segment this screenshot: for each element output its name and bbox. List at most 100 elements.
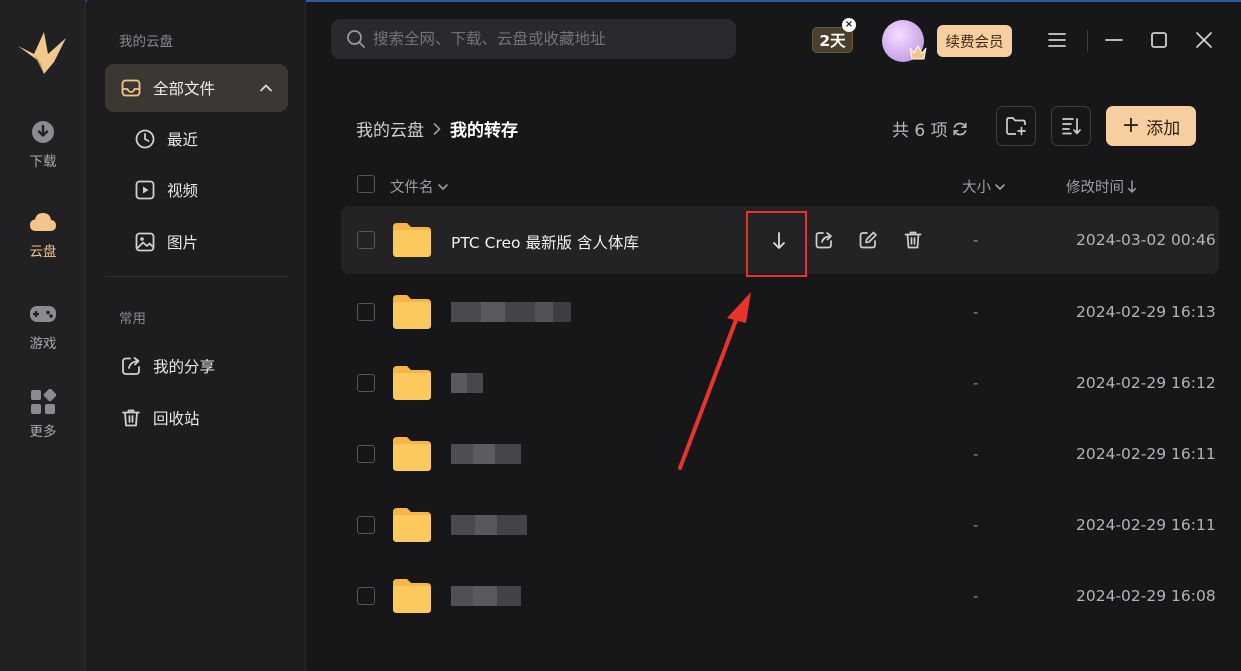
vip-crown-icon <box>909 44 927 60</box>
column-size-label: 大小 <box>962 180 991 196</box>
file-modified: 2024-02-29 16:11 <box>1076 445 1216 463</box>
file-size: - <box>973 516 979 534</box>
column-header-size[interactable]: 大小 <box>962 176 1006 197</box>
blurred-file-name <box>451 515 527 535</box>
table-row[interactable]: - 2024-02-29 16:11 <box>341 491 1219 559</box>
image-icon <box>135 232 155 252</box>
search-input[interactable] <box>373 27 723 51</box>
folder-icon <box>393 508 431 542</box>
nav-item-recycle[interactable]: 回收站 <box>105 394 288 442</box>
folder-icon <box>393 579 431 613</box>
trash-icon <box>904 231 922 249</box>
rail-item-more[interactable]: 更多 <box>0 388 86 458</box>
nav-item-image[interactable]: 图片 <box>105 218 288 266</box>
chevron-down-icon <box>995 183 1005 190</box>
blurred-file-name <box>451 373 483 393</box>
rail-item-games[interactable]: 游戏 <box>0 300 86 370</box>
row-checkbox[interactable] <box>357 445 375 463</box>
app-logo-icon <box>18 32 66 74</box>
nav-section-common: 常用 <box>119 311 146 327</box>
select-all-checkbox[interactable] <box>357 175 375 193</box>
nav-item-my-share[interactable]: 我的分享 <box>105 342 288 390</box>
file-size: - <box>973 445 979 463</box>
rail-label-cloud: 云盘 <box>29 244 57 260</box>
share-icon <box>815 232 832 249</box>
table-row[interactable]: - 2024-02-29 16:12 <box>341 349 1219 417</box>
table-row[interactable]: - 2024-02-29 16:13 <box>341 278 1219 346</box>
close-icon[interactable] <box>1192 28 1216 52</box>
nav-label-all-files: 全部文件 <box>153 80 216 98</box>
share-icon <box>121 356 141 376</box>
blurred-file-name <box>451 586 521 606</box>
edit-icon <box>859 231 877 249</box>
file-size: - <box>973 303 979 321</box>
item-count: 共 6 项 <box>892 116 968 141</box>
renew-membership-button[interactable]: 续费会员 <box>937 25 1012 57</box>
column-header-name[interactable]: 文件名 <box>390 176 449 197</box>
gamepad-icon <box>29 300 57 328</box>
rail-label-games: 游戏 <box>29 336 57 352</box>
column-modified-label: 修改时间 <box>1066 180 1124 196</box>
nav-item-recent[interactable]: 最近 <box>105 115 288 163</box>
refresh-icon[interactable] <box>952 121 968 137</box>
nav-item-all-files[interactable]: 全部文件 <box>105 64 288 112</box>
nav-label-my-share: 我的分享 <box>153 358 216 376</box>
download-icon <box>29 118 57 146</box>
minimize-icon[interactable] <box>1102 28 1126 52</box>
row-checkbox[interactable] <box>357 303 375 321</box>
delete-button[interactable] <box>901 228 925 252</box>
rail-item-cloud[interactable]: 云盘 <box>0 208 86 278</box>
nav-divider <box>105 276 288 277</box>
row-checkbox[interactable] <box>357 587 375 605</box>
add-button-label: 添加 <box>1146 118 1181 139</box>
breadcrumb-root[interactable]: 我的云盘 <box>356 116 424 141</box>
row-checkbox[interactable] <box>357 374 375 392</box>
sort-button[interactable] <box>1051 106 1091 146</box>
column-header-modified[interactable]: 修改时间 <box>1066 176 1137 197</box>
inbox-icon <box>121 78 141 98</box>
rename-button[interactable] <box>856 228 880 252</box>
breadcrumb-current: 我的转存 <box>450 121 518 141</box>
column-name-label: 文件名 <box>390 180 434 196</box>
clock-icon <box>135 129 155 149</box>
share-button[interactable] <box>812 228 836 252</box>
nav-label-image: 图片 <box>167 234 199 252</box>
menu-icon[interactable] <box>1045 28 1069 52</box>
row-checkbox[interactable] <box>357 516 375 534</box>
breadcrumb: 我的云盘 我的转存 <box>356 116 518 141</box>
folder-icon <box>393 437 431 471</box>
folder-icon <box>393 366 431 400</box>
app-window: 下载 云盘 游戏 更多 我的云盘 全部文件 最近 视频 图片 常用 我的分享 回… <box>0 0 1241 671</box>
cloud-icon <box>29 208 57 236</box>
grid-more-icon <box>29 388 57 416</box>
table-row[interactable]: - 2024-02-29 16:08 <box>341 562 1219 630</box>
file-size: - <box>973 231 979 249</box>
chevron-right-icon <box>433 122 441 135</box>
nav-item-video[interactable]: 视频 <box>105 166 288 214</box>
rail-label-more: 更多 <box>29 424 57 440</box>
maximize-icon[interactable] <box>1147 28 1171 52</box>
search-icon <box>347 30 365 48</box>
blurred-file-name <box>451 302 571 322</box>
folder-icon <box>393 223 431 257</box>
add-button[interactable]: + 添加 <box>1106 106 1196 146</box>
file-modified: 2024-02-29 16:12 <box>1076 374 1216 392</box>
plus-icon: + <box>1121 113 1141 138</box>
table-row[interactable]: - 2024-02-29 16:11 <box>341 420 1219 488</box>
rail-item-download[interactable]: 下载 <box>0 118 86 188</box>
file-modified: 2024-02-29 16:11 <box>1076 516 1216 534</box>
file-modified: 2024-02-29 16:13 <box>1076 303 1216 321</box>
nav-section-title: 我的云盘 <box>119 34 173 50</box>
folder-icon <box>393 295 431 329</box>
search-bar[interactable] <box>331 19 736 59</box>
blurred-file-name <box>451 444 521 464</box>
nav-label-video: 视频 <box>167 182 199 200</box>
highlight-box <box>746 211 807 277</box>
video-icon <box>135 180 155 200</box>
new-folder-button[interactable] <box>996 106 1036 146</box>
chevron-up-icon[interactable] <box>258 80 274 96</box>
file-name[interactable]: PTC Creo 最新版 含人体库 <box>451 231 639 253</box>
row-checkbox[interactable] <box>357 231 375 249</box>
item-count-text: 共 6 项 <box>892 121 948 141</box>
badge-close-icon[interactable]: × <box>842 18 856 32</box>
